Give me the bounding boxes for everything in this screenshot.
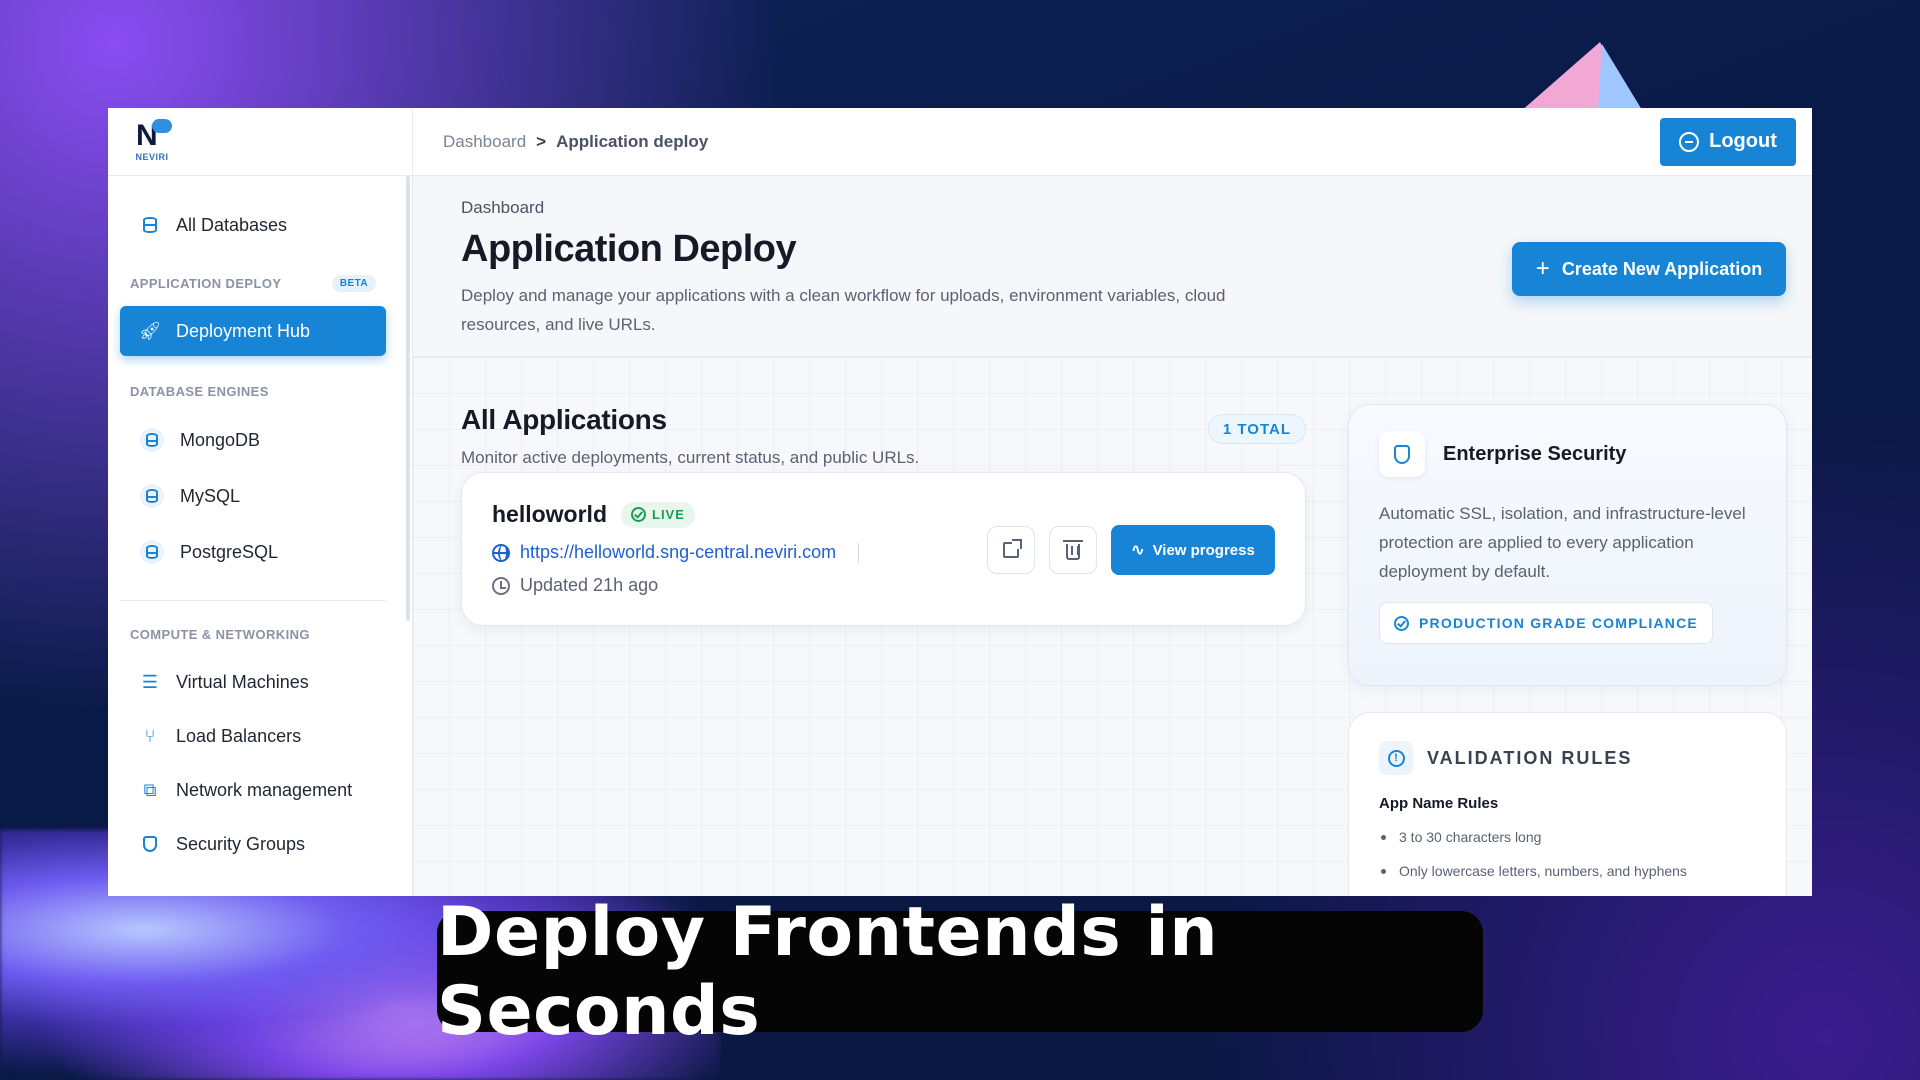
network-icon: ⧉ [143,779,157,800]
git-branch-icon: ⑂ [144,725,156,746]
application-url-link[interactable]: https://helloworld.sng-central.neviri.co… [520,542,836,563]
enterprise-security-card: Enterprise Security Automatic SSL, isola… [1348,404,1787,686]
database-icon [140,428,164,452]
trash-icon [1063,540,1083,560]
validation-rules-title: VALIDATION RULES [1427,747,1633,768]
rules-list: 3 to 30 characters long Only lowercase l… [1379,820,1786,888]
sidebar-item-label: MySQL [180,485,241,506]
sidebar-item-label: Virtual Machines [176,671,309,692]
check-circle-icon [1394,615,1409,631]
delete-button[interactable] [1049,526,1097,574]
status-badge: LIVE [621,501,695,528]
create-new-application-button[interactable]: + Create New Application [1512,242,1786,296]
compliance-badge: PRODUCTION GRADE COMPLIANCE [1379,602,1713,644]
main-content: Dashboard Application Deploy Deploy and … [413,176,1812,896]
brand-logo[interactable]: N NEVIRI [132,119,172,162]
open-external-button[interactable] [987,526,1035,574]
sidebar-item-label: MongoDB [180,429,261,450]
application-name: helloworld [492,501,607,527]
logo-area: N NEVIRI [108,108,413,176]
section-label-database-engines: DATABASE ENGINES [120,376,386,406]
sidebar-item-load-balancers[interactable]: ⑂ Load Balancers [120,709,386,763]
background-prism-graphic-2 [1598,44,1642,110]
sidebar-item-network-management[interactable]: ⧉ Network management [120,763,386,817]
sidebar-item-label: Network management [176,779,353,800]
page-header: Dashboard Application Deploy Deploy and … [413,176,1812,357]
sidebar-item-deployment-hub[interactable]: 🚀︎ Deployment Hub [120,306,386,356]
breadcrumb: Dashboard > Application deploy [443,132,708,152]
beta-badge: BETA [331,274,376,292]
list-item: 3 to 30 characters long [1379,820,1786,854]
applications-title: All Applications [461,404,667,435]
view-progress-button[interactable]: ∿ View progress [1111,525,1275,575]
sidebar-item-mysql[interactable]: MySQL [120,468,386,524]
sidebar-item-label: Security Groups [176,833,306,854]
logout-button[interactable]: Logout [1660,117,1796,166]
breadcrumb-separator: > [536,131,547,151]
top-bar: Dashboard > Application deploy Logout [413,108,1812,176]
page-description: Deploy and manage your applications with… [461,286,1226,334]
url-divider [858,542,860,563]
sidebar-item-all-databases[interactable]: All Databases [120,200,386,250]
app-window: N NEVIRI Dashboard > Application deploy … [108,108,1812,896]
validation-rules-card: ! VALIDATION RULES App Name Rules 3 to 3… [1348,712,1787,896]
sidebar-item-label: PostgreSQL [180,541,279,562]
compliance-text: PRODUCTION GRADE COMPLIANCE [1419,615,1698,631]
section-label-compute-networking: COMPUTE & NETWORKING [120,619,386,649]
sidebar-item-label: All Databases [176,214,288,235]
sidebar-item-virtual-machines[interactable]: ☰ Virtual Machines [120,655,386,709]
plus-icon: + [1535,255,1550,282]
external-link-icon [1003,539,1022,558]
security-title: Enterprise Security [1443,442,1627,465]
shield-icon [1379,431,1425,477]
card-actions: ∿ View progress [987,525,1275,575]
logout-label: Logout [1709,130,1777,152]
globe-icon [492,543,510,562]
database-icon [140,540,164,564]
page-eyebrow: Dashboard [461,198,545,217]
section-label-text: APPLICATION DEPLOY [130,275,282,291]
logout-icon [1679,131,1700,152]
sidebar-item-security-groups[interactable]: Security Groups [120,817,386,871]
sidebar: All Databases APPLICATION DEPLOY BETA 🚀︎… [108,176,413,896]
logo-text: NEVIRI [135,152,169,162]
application-card: helloworld LIVE https://helloworld.sng-c… [461,472,1306,626]
status-text: LIVE [652,507,685,522]
view-progress-label: View progress [1152,541,1255,559]
server-icon: ☰ [141,671,159,692]
applications-subtitle: Monitor active deployments, current stat… [461,448,920,467]
sidebar-item-label: Load Balancers [176,725,302,746]
activity-icon: ∿ [1131,542,1145,559]
security-description: Automatic SSL, isolation, and infrastruc… [1379,504,1746,581]
create-button-label: Create New Application [1561,258,1763,279]
section-label-text: COMPUTE & NETWORKING [130,626,310,642]
breadcrumb-dashboard[interactable]: Dashboard [443,132,526,152]
section-label-text: DATABASE ENGINES [130,383,269,399]
shield-icon [140,834,160,854]
breadcrumb-current: Application deploy [556,131,709,151]
sidebar-divider [120,600,386,601]
info-icon: ! [1379,741,1413,775]
sidebar-scrollbar[interactable] [406,176,410,621]
rocket-icon: 🚀︎ [138,320,162,341]
total-count-badge: 1 TOTAL [1207,414,1306,444]
database-icon [140,484,164,508]
database-icon [140,215,160,235]
caption-banner: Deploy Frontends in Seconds [437,893,1483,1051]
updated-timestamp: Updated 21h ago [520,575,659,595]
sidebar-item-postgresql[interactable]: PostgreSQL [120,524,386,580]
section-label-application-deploy: APPLICATION DEPLOY BETA [120,268,386,298]
logo-mark-icon: N [132,119,172,151]
list-item: Only lowercase letters, numbers, and hyp… [1379,854,1786,888]
app-name-rules-heading: App Name Rules [1379,795,1499,812]
sidebar-item-label: Deployment Hub [176,320,311,341]
check-circle-icon [631,507,646,522]
clock-icon [492,576,510,595]
applications-section: All Applications Monitor active deployme… [461,404,1306,626]
sidebar-item-mongodb[interactable]: MongoDB [120,412,386,468]
